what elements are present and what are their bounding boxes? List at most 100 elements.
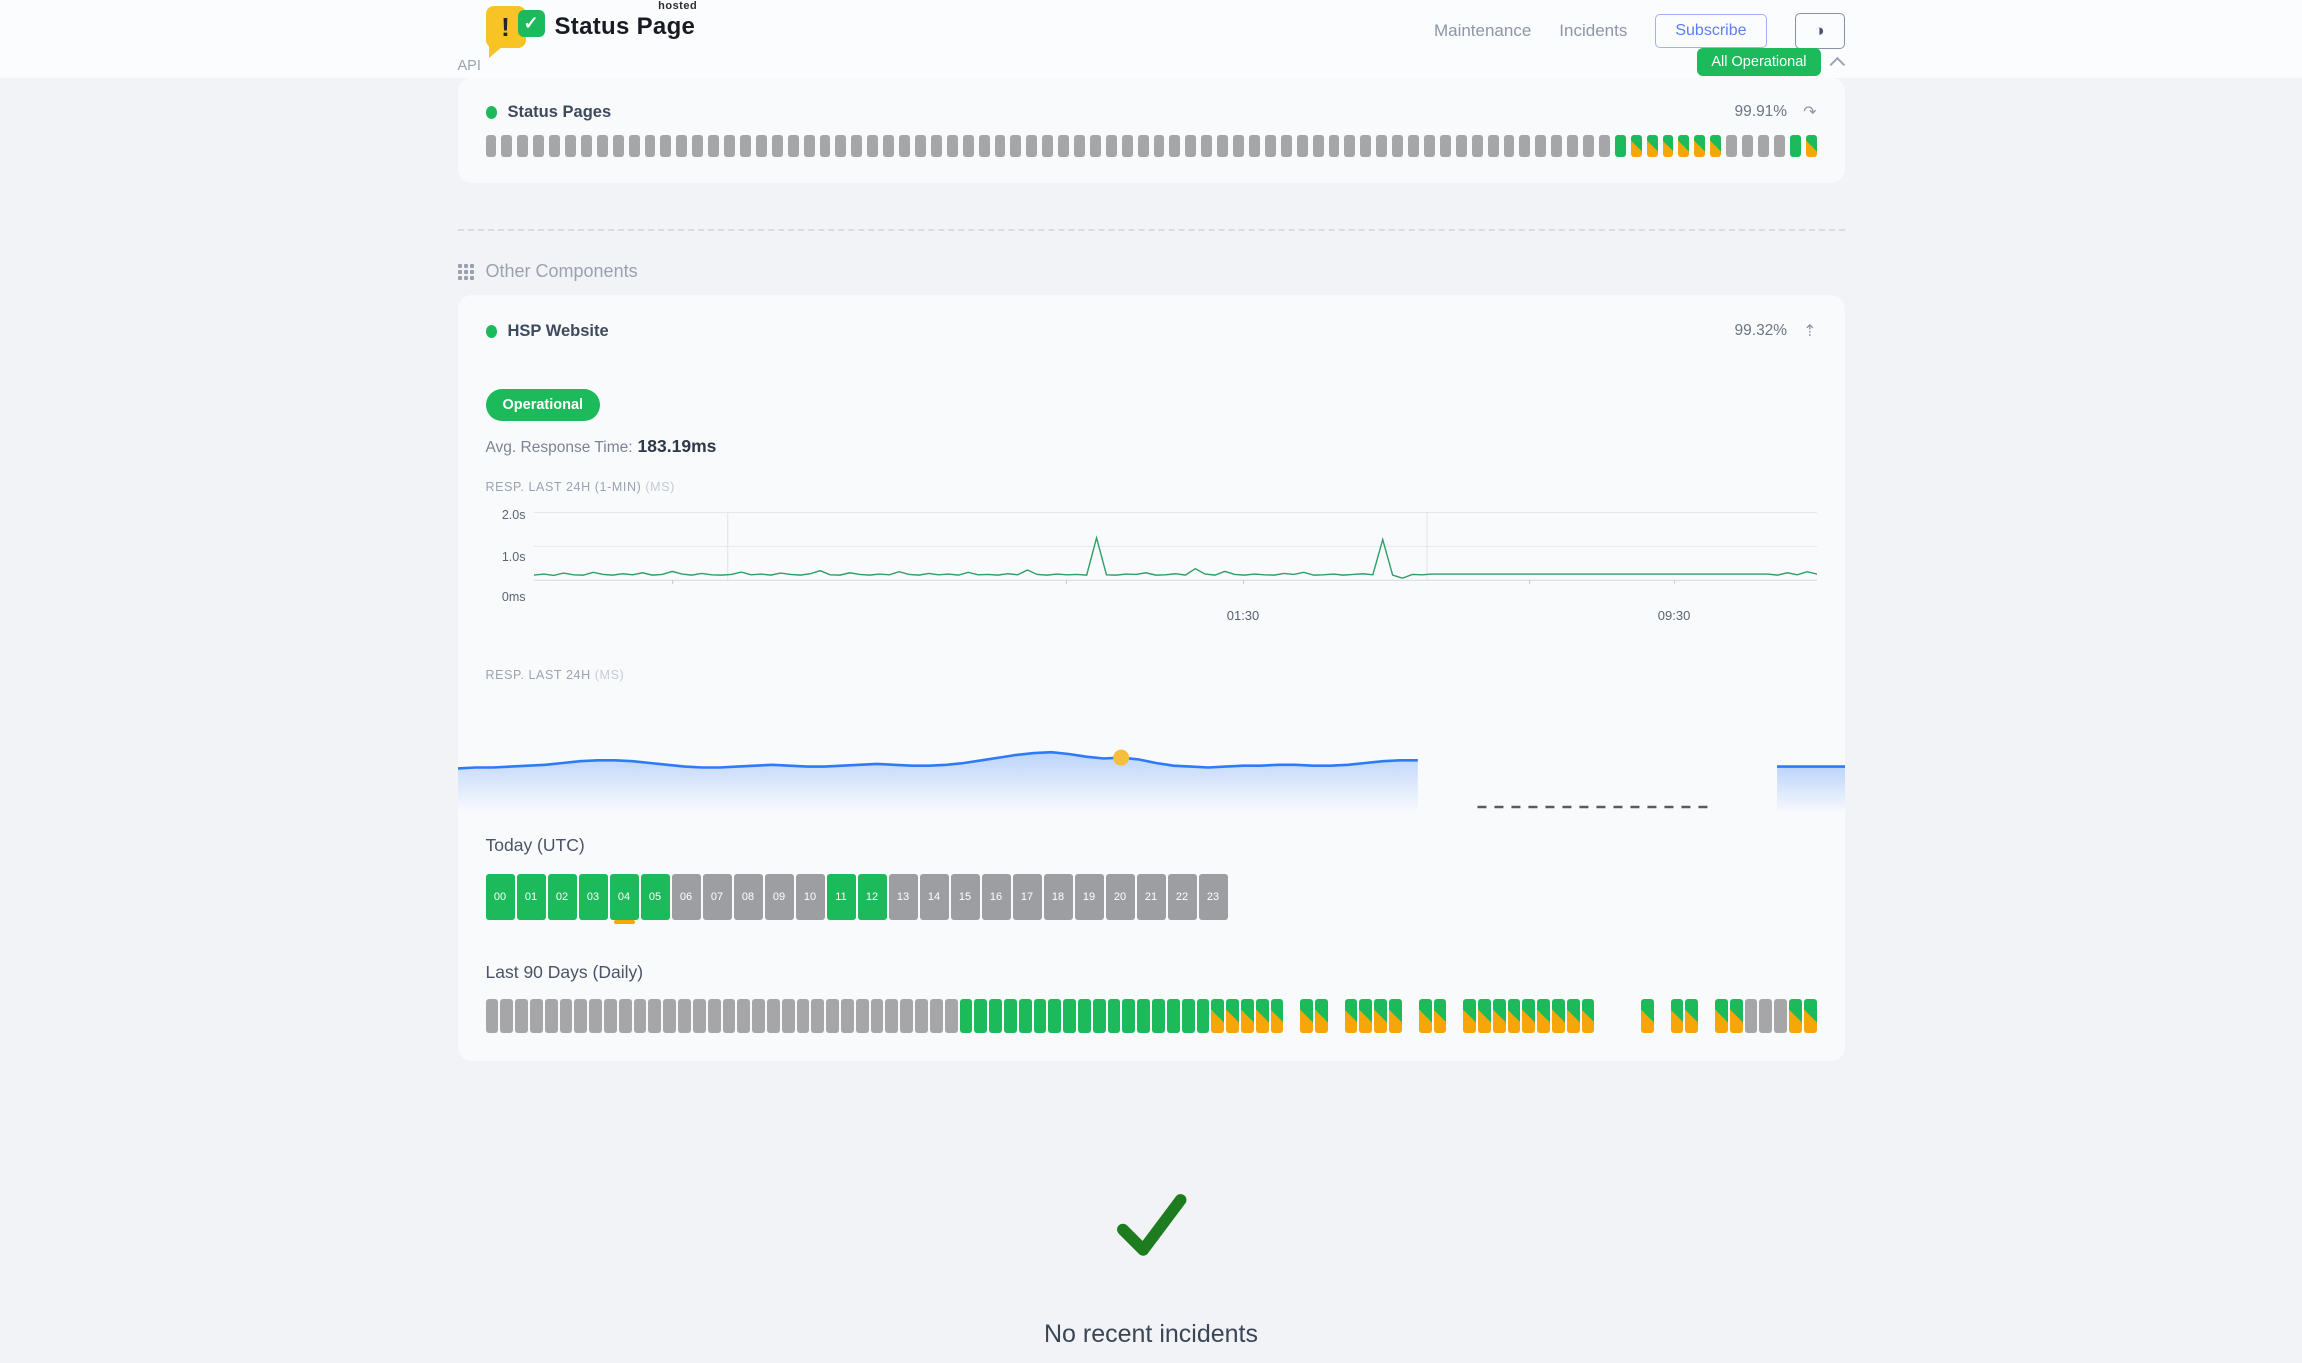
uptime-bar-mixed[interactable] bbox=[1641, 999, 1654, 1033]
uptime-bar-empty[interactable] bbox=[841, 999, 854, 1033]
uptime-bar-empty[interactable] bbox=[811, 999, 824, 1033]
uptime-bar-mixed[interactable] bbox=[1271, 999, 1284, 1033]
uptime-bar-up[interactable] bbox=[1063, 999, 1076, 1033]
uptime-bar-up[interactable] bbox=[1108, 999, 1121, 1033]
uptime-bar-empty[interactable] bbox=[1249, 135, 1260, 157]
hour-block-03[interactable]: 03 bbox=[579, 874, 608, 920]
hour-block-19[interactable]: 19 bbox=[1075, 874, 1104, 920]
uptime-bar-mixed[interactable] bbox=[1631, 135, 1642, 157]
uptime-bar-empty[interactable] bbox=[1504, 135, 1515, 157]
uptime-bar-empty[interactable] bbox=[1583, 135, 1594, 157]
uptime-bar-empty[interactable] bbox=[1774, 135, 1785, 157]
uptime-bar-empty[interactable] bbox=[1265, 135, 1276, 157]
uptime-bar-empty[interactable] bbox=[613, 135, 624, 157]
uptime-bar-empty[interactable] bbox=[1408, 135, 1419, 157]
nav-maintenance[interactable]: Maintenance bbox=[1434, 21, 1531, 41]
uptime-bar-empty[interactable] bbox=[597, 135, 608, 157]
uptime-bar-empty[interactable] bbox=[1567, 135, 1578, 157]
uptime-bar-empty[interactable] bbox=[1424, 135, 1435, 157]
uptime-bar-mixed[interactable] bbox=[1596, 999, 1609, 1033]
uptime-bar-mixed[interactable] bbox=[1789, 999, 1802, 1033]
uptime-bar-empty[interactable] bbox=[1138, 135, 1149, 157]
uptime-bar-empty[interactable] bbox=[930, 999, 943, 1033]
uptime-bar-empty[interactable] bbox=[995, 135, 1006, 157]
uptime-bar-mixed[interactable] bbox=[1211, 999, 1224, 1033]
uptime-bar-empty[interactable] bbox=[1201, 135, 1212, 157]
uptime-bar-empty[interactable] bbox=[629, 135, 640, 157]
uptime-bar-up[interactable] bbox=[1615, 135, 1626, 157]
uptime-bar-empty[interactable] bbox=[1233, 135, 1244, 157]
uptime-bar-empty[interactable] bbox=[740, 135, 751, 157]
uptime-bar-empty[interactable] bbox=[560, 999, 573, 1033]
uptime-bar-empty[interactable] bbox=[979, 135, 990, 157]
uptime-bar-empty[interactable] bbox=[915, 999, 928, 1033]
uptime-bar-empty[interactable] bbox=[1217, 135, 1228, 157]
uptime-bar-empty[interactable] bbox=[1472, 135, 1483, 157]
uptime-bar-mixed[interactable] bbox=[1448, 999, 1461, 1033]
uptime-bar-mixed[interactable] bbox=[1552, 999, 1565, 1033]
hour-block-14[interactable]: 14 bbox=[920, 874, 949, 920]
uptime-bar-up[interactable] bbox=[1004, 999, 1017, 1033]
uptime-bar-empty[interactable] bbox=[1599, 135, 1610, 157]
uptime-bar-empty[interactable] bbox=[723, 999, 736, 1033]
theme-toggle-button[interactable]: ◑ bbox=[1795, 13, 1845, 49]
uptime-bar-empty[interactable] bbox=[533, 135, 544, 157]
uptime-bar-empty[interactable] bbox=[826, 999, 839, 1033]
uptime-bar-empty[interactable] bbox=[574, 999, 587, 1033]
uptime-bar-empty[interactable] bbox=[604, 999, 617, 1033]
uptime-bar-empty[interactable] bbox=[1759, 999, 1772, 1033]
uptime-bar-up[interactable] bbox=[1182, 999, 1195, 1033]
uptime-bar-empty[interactable] bbox=[660, 135, 671, 157]
uptime-bar-mixed[interactable] bbox=[1478, 999, 1491, 1033]
hour-block-22[interactable]: 22 bbox=[1168, 874, 1197, 920]
uptime-bar-empty[interactable] bbox=[1488, 135, 1499, 157]
uptime-bar-mixed[interactable] bbox=[1694, 135, 1705, 157]
uptime-bar-empty[interactable] bbox=[947, 135, 958, 157]
hour-block-02[interactable]: 02 bbox=[548, 874, 577, 920]
hour-block-17[interactable]: 17 bbox=[1013, 874, 1042, 920]
uptime-bar-mixed[interactable] bbox=[1404, 999, 1417, 1033]
uptime-bar-up[interactable] bbox=[1048, 999, 1061, 1033]
uptime-bar-empty[interactable] bbox=[756, 135, 767, 157]
uptime-bar-empty[interactable] bbox=[708, 999, 721, 1033]
uptime-bar-empty[interactable] bbox=[545, 999, 558, 1033]
uptime-bar-up[interactable] bbox=[1167, 999, 1180, 1033]
uptime-bar-empty[interactable] bbox=[619, 999, 632, 1033]
uptime-bar-empty[interactable] bbox=[737, 999, 750, 1033]
uptime-bar-empty[interactable] bbox=[1106, 135, 1117, 157]
nav-incidents[interactable]: Incidents bbox=[1559, 21, 1627, 41]
uptime-bar-empty[interactable] bbox=[724, 135, 735, 157]
uptime-bar-mixed[interactable] bbox=[1493, 999, 1506, 1033]
uptime-bar-empty[interactable] bbox=[915, 135, 926, 157]
uptime-bar-mixed[interactable] bbox=[1582, 999, 1595, 1033]
uptime-bar-mixed[interactable] bbox=[1710, 135, 1721, 157]
uptime-bar-empty[interactable] bbox=[804, 135, 815, 157]
uptime-bar-empty[interactable] bbox=[676, 135, 687, 157]
uptime-bar-empty[interactable] bbox=[1058, 135, 1069, 157]
uptime-bar-up[interactable] bbox=[1197, 999, 1210, 1033]
uptime-bar-mixed[interactable] bbox=[1226, 999, 1239, 1033]
uptime-bar-up[interactable] bbox=[1034, 999, 1047, 1033]
hour-block-13[interactable]: 13 bbox=[889, 874, 918, 920]
chevron-up-icon[interactable] bbox=[1829, 56, 1845, 72]
uptime-bar-empty[interactable] bbox=[1042, 135, 1053, 157]
hour-block-09[interactable]: 09 bbox=[765, 874, 794, 920]
uptime-bar-mixed[interactable] bbox=[1508, 999, 1521, 1033]
uptime-bar-mixed[interactable] bbox=[1804, 999, 1817, 1033]
uptime-bar-mixed[interactable] bbox=[1567, 999, 1580, 1033]
uptime-bar-empty[interactable] bbox=[899, 135, 910, 157]
uptime-bar-empty[interactable] bbox=[963, 135, 974, 157]
uptime-bar-mixed[interactable] bbox=[1685, 999, 1698, 1033]
uptime-bar-empty[interactable] bbox=[1344, 135, 1355, 157]
hour-block-15[interactable]: 15 bbox=[951, 874, 980, 920]
uptime-bar-empty[interactable] bbox=[1026, 135, 1037, 157]
uptime-bar-up[interactable] bbox=[974, 999, 987, 1033]
uptime-bar-empty[interactable] bbox=[692, 135, 703, 157]
uptime-bar-mixed[interactable] bbox=[1537, 999, 1550, 1033]
uptime-bar-mixed[interactable] bbox=[1315, 999, 1328, 1033]
uptime-bar-empty[interactable] bbox=[663, 999, 676, 1033]
uptime-bar-empty[interactable] bbox=[1281, 135, 1292, 157]
uptime-bar-up[interactable] bbox=[989, 999, 1002, 1033]
uptime-bar-mixed[interactable] bbox=[1522, 999, 1535, 1033]
uptime-bar-empty[interactable] bbox=[883, 135, 894, 157]
